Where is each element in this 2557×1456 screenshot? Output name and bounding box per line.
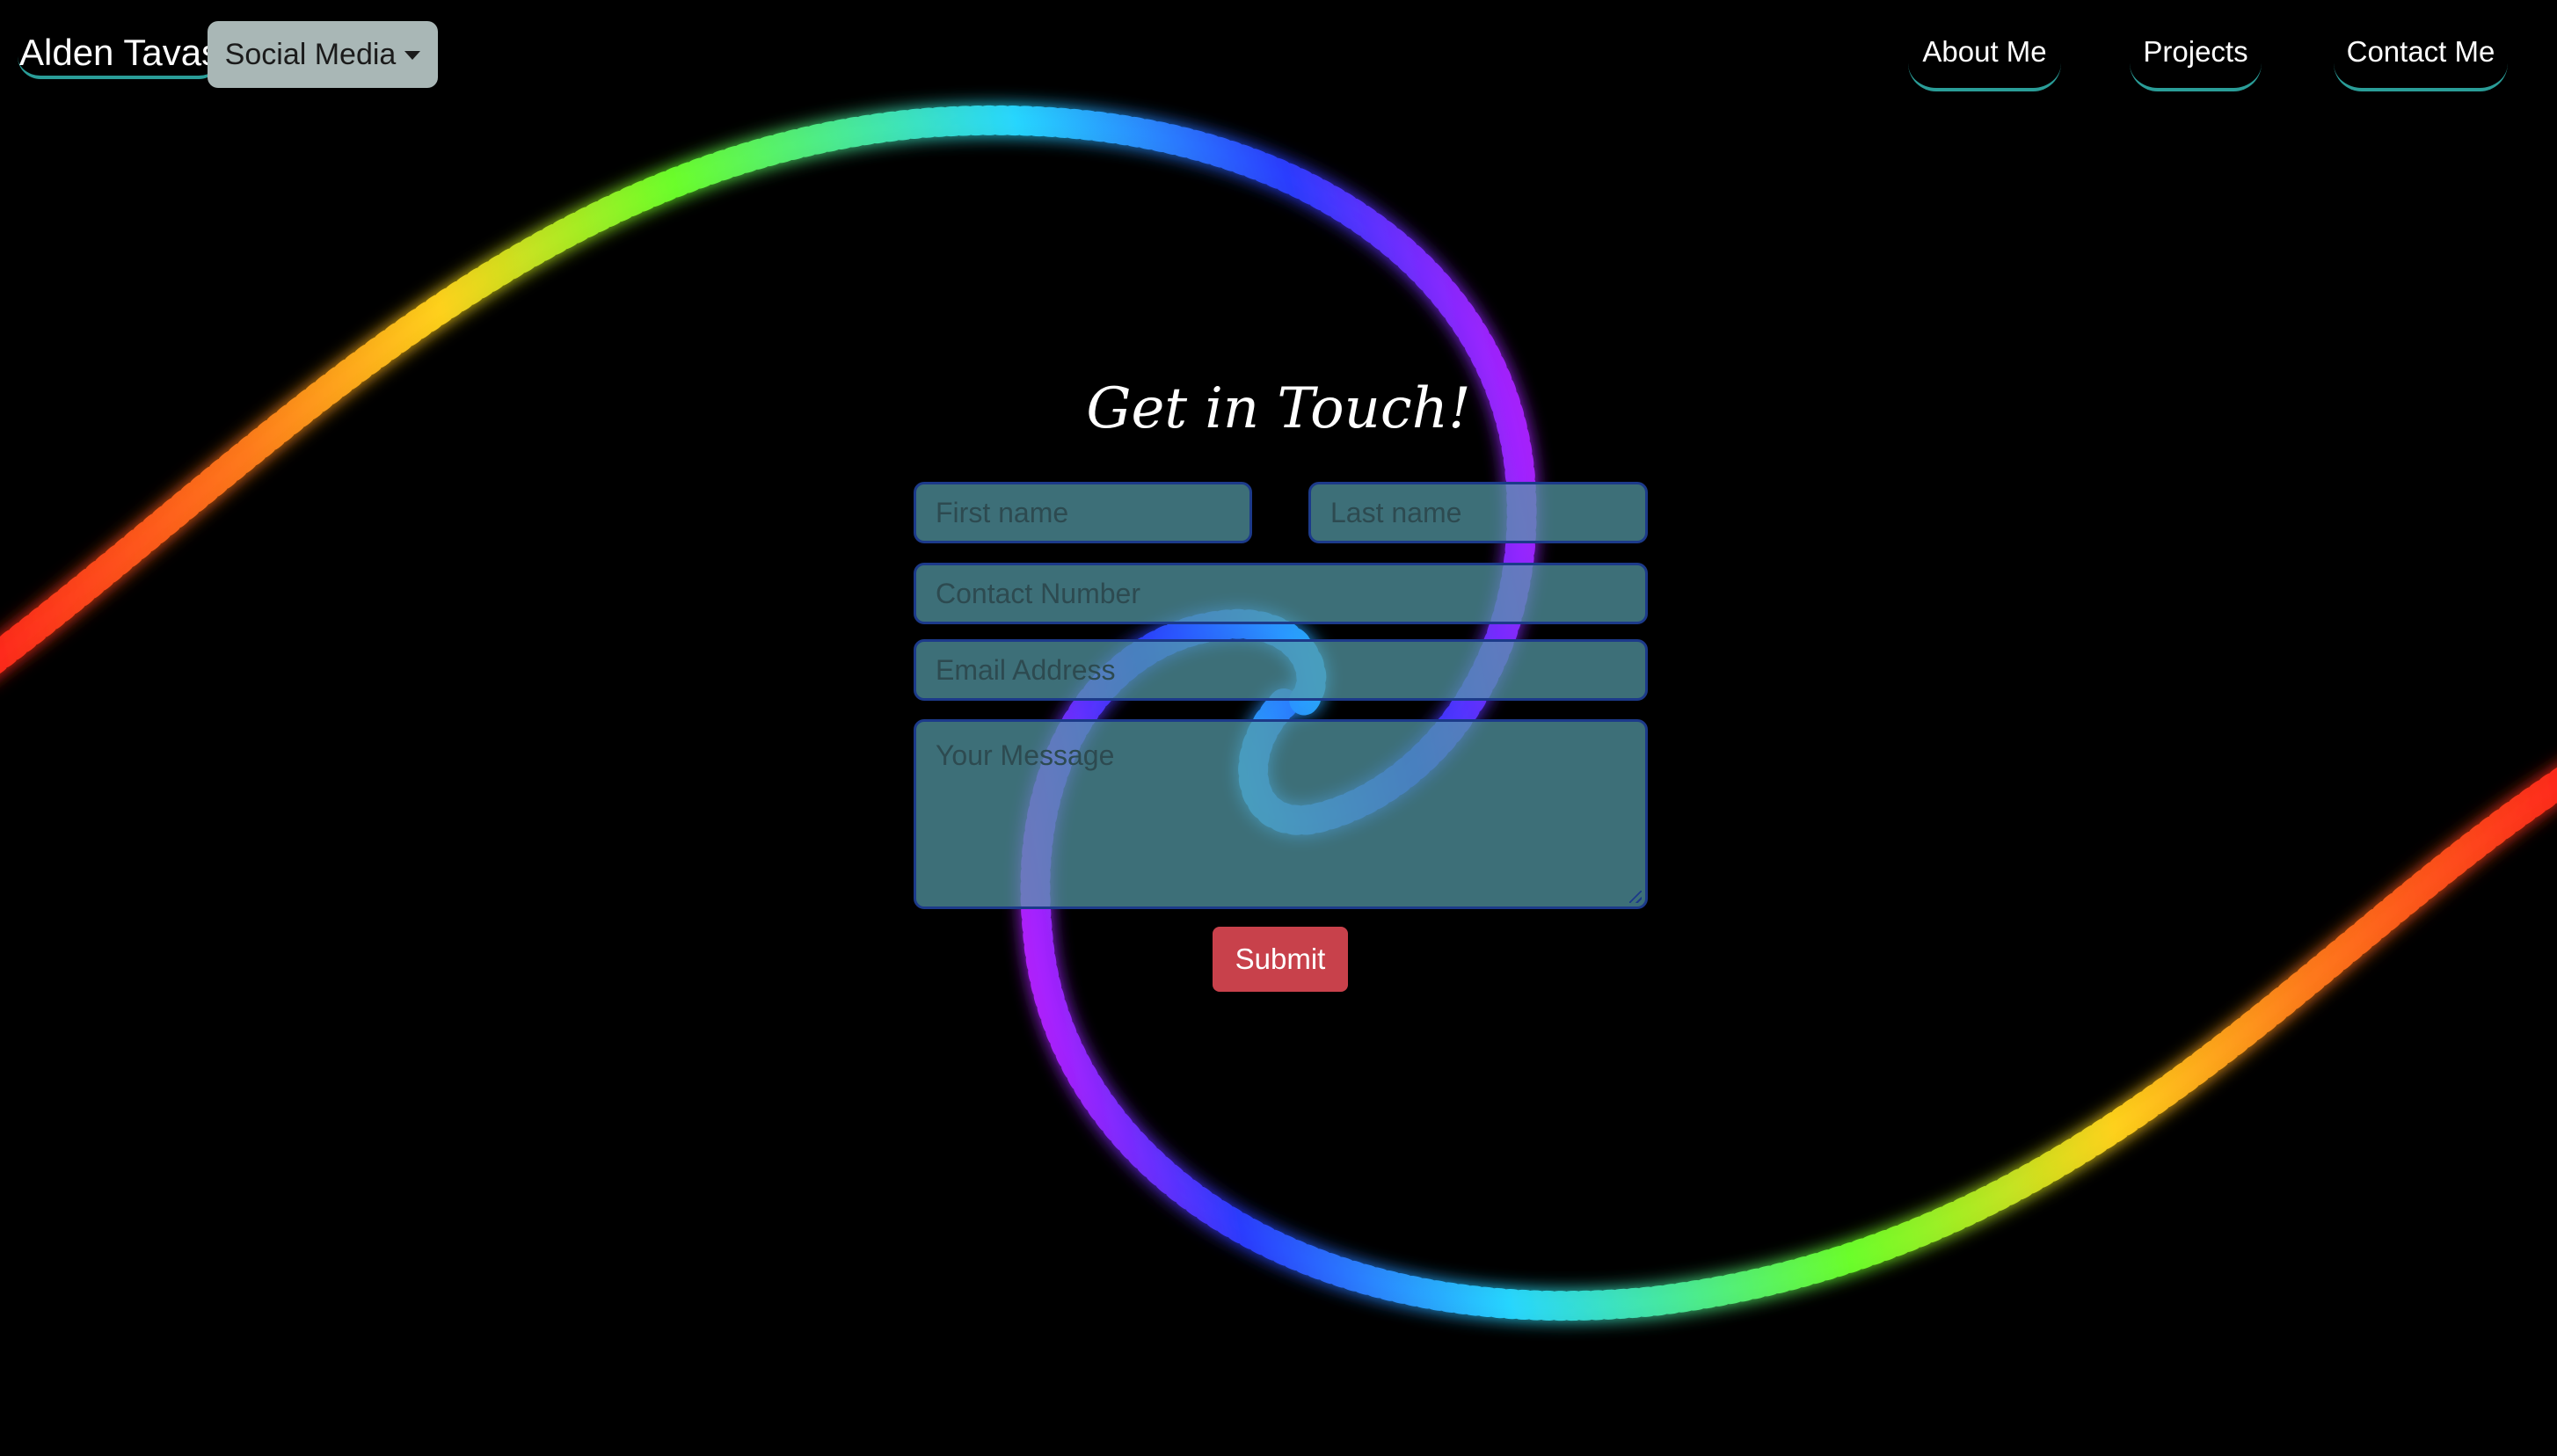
page: Alden Tavas Social Media About Me Projec… [0,0,2557,1456]
contact-title: Get in Touch! [1086,376,1471,441]
resize-handle-icon[interactable] [1629,891,1642,903]
nav-link-about[interactable]: About Me [1908,26,2061,91]
email-address-input[interactable]: Email Address [914,639,1648,701]
last-name-input[interactable]: Last name [1308,482,1648,543]
nav-link-projects[interactable]: Projects [2130,26,2262,91]
first-name-placeholder: First name [936,496,1069,528]
social-media-dropdown[interactable]: Social Media [208,21,438,88]
social-media-label: Social Media [224,37,397,71]
message-placeholder: Your Message [936,739,1115,771]
contact-number-input[interactable]: Contact Number [914,563,1648,624]
submit-button[interactable]: Submit [1213,927,1348,992]
email-address-placeholder: Email Address [936,653,1116,686]
contact-number-placeholder: Contact Number [936,577,1140,609]
caret-down-icon [404,51,421,60]
first-name-input[interactable]: First name [914,482,1252,543]
message-textarea[interactable]: Your Message [914,719,1648,909]
last-name-placeholder: Last name [1330,496,1462,528]
brand-name[interactable]: Alden Tavas [18,25,222,79]
nav-link-contact[interactable]: Contact Me [2334,26,2508,91]
